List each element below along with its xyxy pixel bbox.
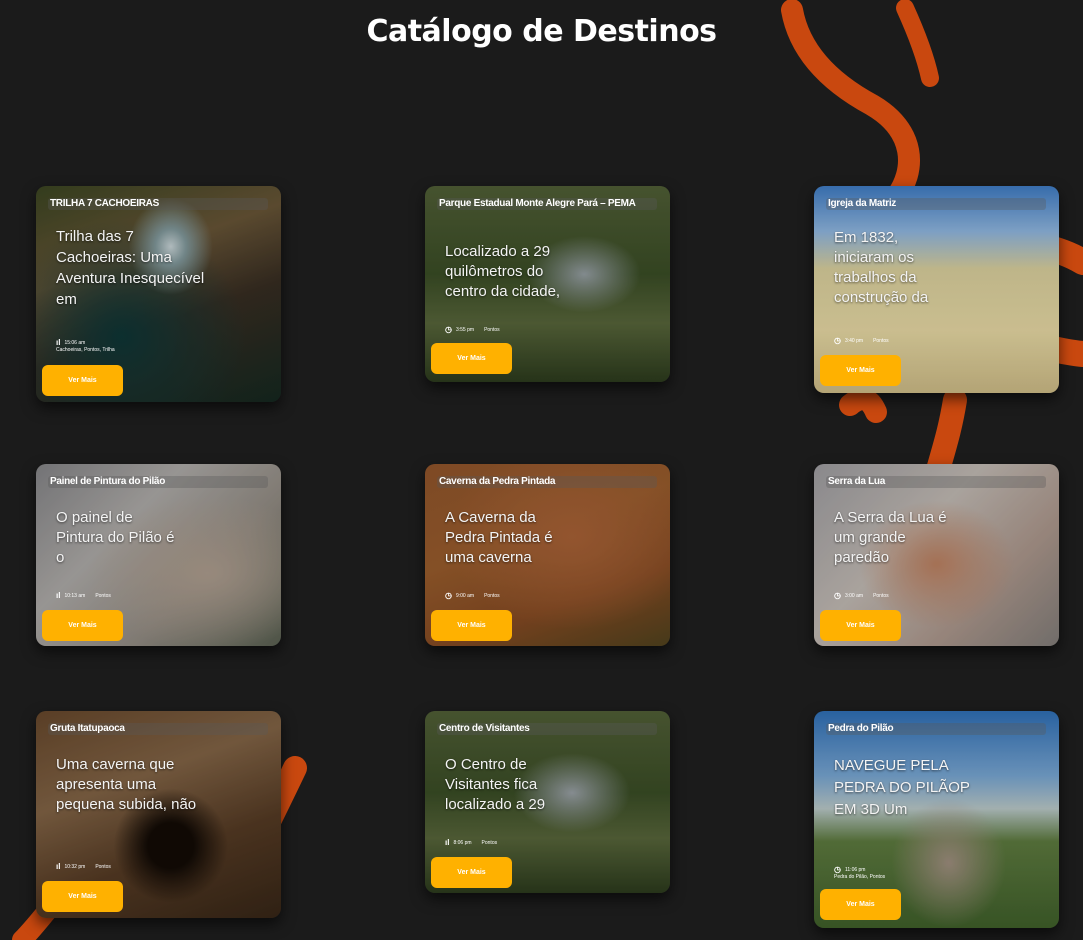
ver-mais-button[interactable]: Ver Mais — [42, 610, 123, 641]
card-description: A Caverna da Pedra Pintada é uma caverna — [445, 509, 553, 566]
card-title: Igreja da Matriz — [826, 198, 1046, 210]
card-title: Painel de Pintura do Pilão — [48, 476, 268, 488]
clock-icon: ◷ — [834, 336, 841, 345]
card-title: Pedra do Pilão — [826, 723, 1046, 735]
card-description: Uma caverna que apresenta uma pequena su… — [56, 756, 197, 813]
hiker-icon: ıl — [56, 862, 61, 871]
page-title: Catálogo de Destinos — [366, 14, 717, 49]
ver-mais-button[interactable]: Ver Mais — [431, 857, 512, 888]
card-description: Trilha das 7 Cachoeiras: Uma Aventura In… — [56, 228, 205, 308]
ver-mais-button[interactable]: Ver Mais — [42, 881, 123, 912]
destination-card-pedra-do-pilao: Pedra do Pilão NAVEGUE PELA PEDRA DO PIL… — [814, 711, 1059, 928]
destination-card-caverna-da-pedra-pintada: Caverna da Pedra Pintada A Caverna da Pe… — [425, 464, 670, 646]
card-title: Serra da Lua — [826, 476, 1046, 488]
destination-card-centro-de-visitantes: Centro de Visitantes O Centro de Visitan… — [425, 711, 670, 893]
card-description: Em 1832, iniciaram os trabalhos da const… — [834, 229, 929, 306]
hiker-icon: ıl — [56, 591, 61, 600]
card-title: Caverna da Pedra Pintada — [437, 476, 657, 488]
hiker-icon: ıl — [56, 338, 61, 347]
ver-mais-button[interactable]: Ver Mais — [820, 610, 901, 641]
card-meta: ◷ 11:06 pm Pedra do Pilão, Pontos — [834, 865, 886, 880]
card-title: Centro de Visitantes — [437, 723, 657, 735]
ver-mais-button[interactable]: Ver Mais — [42, 365, 123, 396]
destination-card-painel-de-pintura-do-pilao: Painel de Pintura do Pilão O painel de P… — [36, 464, 281, 646]
destination-card-serra-da-lua: Serra da Lua A Serra da Lua é um grande … — [814, 464, 1059, 646]
card-description: O Centro de Visitantes fica localizado a… — [445, 756, 546, 813]
card-meta: ◷ 3:40 pm Pontos — [834, 336, 889, 345]
destination-card-gruta-itatupaoca: Gruta Itatupaoca Uma caverna que apresen… — [36, 711, 281, 918]
destination-card-parque-estadual-monte-alegre: Parque Estadual Monte Alegre Pará – PEMA… — [425, 186, 670, 382]
ver-mais-button[interactable]: Ver Mais — [431, 610, 512, 641]
card-description: Localizado a 29 quilômetros do centro da… — [445, 243, 561, 300]
card-title: Gruta Itatupaoca — [48, 723, 268, 735]
destination-card-igreja-da-matriz: Igreja da Matriz Em 1832, iniciaram os t… — [814, 186, 1059, 393]
card-title: Parque Estadual Monte Alegre Pará – PEMA — [437, 198, 657, 210]
card-meta: ◷ 3:00 am Pontos — [834, 591, 889, 600]
ver-mais-button[interactable]: Ver Mais — [820, 355, 901, 386]
card-title: TRILHA 7 CACHOEIRAS — [48, 198, 268, 210]
card-meta: ◷ 9:00 am Pontos — [445, 591, 500, 600]
card-meta: ◷ 3:55 pm Pontos — [445, 325, 500, 334]
card-meta: ıl 10:13 am Pontos — [56, 591, 111, 600]
card-description: O painel de Pintura do Pilão é o — [56, 509, 175, 566]
clock-icon: ◷ — [445, 325, 452, 334]
ver-mais-button[interactable]: Ver Mais — [820, 889, 901, 920]
destination-card-trilha-7-cachoeiras: TRILHA 7 CACHOEIRAS Trilha das 7 Cachoei… — [36, 186, 281, 402]
card-meta: ıl 10:32 pm Pontos — [56, 862, 111, 871]
hiker-icon: ıl — [445, 838, 450, 847]
card-description: NAVEGUE PELA PEDRA DO PILÃOP EM 3D Um — [834, 757, 970, 818]
card-meta: ıl 8:06 pm Pontos — [445, 838, 498, 847]
ver-mais-button[interactable]: Ver Mais — [431, 343, 512, 374]
clock-icon: ◷ — [834, 591, 841, 600]
clock-icon: ◷ — [834, 865, 841, 874]
card-description: A Serra da Lua é um grande paredão — [834, 509, 947, 566]
clock-icon: ◷ — [445, 591, 452, 600]
card-meta: ıl 15:06 am Cachoeiras, Pontos, Trilha — [56, 338, 115, 353]
